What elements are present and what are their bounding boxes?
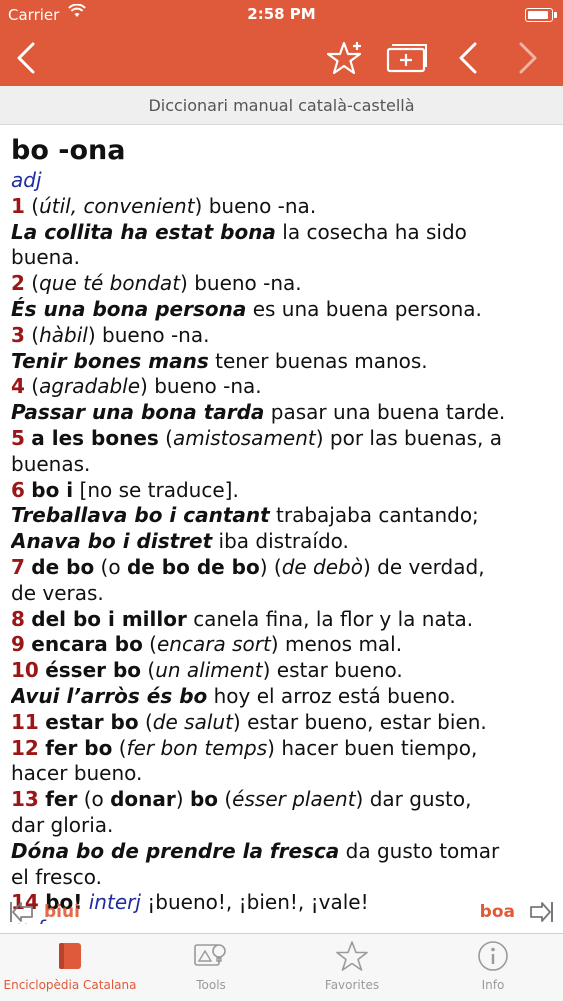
- sense-6: 6 bo i [no se traduce].: [11, 477, 239, 502]
- tab-info[interactable]: Info: [423, 934, 563, 1001]
- sense-7: 7 de bo (o de bo de bo) (de debò) de ver…: [11, 554, 485, 579]
- chevron-right-icon: [519, 42, 537, 74]
- tab-label: Enciclopèdia Catalana: [3, 978, 137, 992]
- battery-icon: [525, 8, 557, 22]
- example-13: Dóna bo de prendre la fresca da gusto to…: [11, 838, 500, 863]
- part-of-speech: adj: [11, 168, 42, 192]
- example-2: És una bona persona es una buena persona…: [11, 296, 482, 321]
- arrow-right-icon: [530, 902, 553, 922]
- example-6b: Anava bo i distret iba distraído.: [11, 529, 349, 554]
- next-word-label: boa: [479, 902, 515, 922]
- sense-8: 8 del bo i millor canela fina, la flor y…: [11, 606, 474, 631]
- tab-label: Tools: [196, 978, 226, 992]
- chevron-left-icon: [459, 42, 477, 74]
- example-6a: Treballava bo i cantant trabajaba cantan…: [11, 503, 479, 528]
- tab-label: Info: [481, 978, 505, 992]
- info-icon: [478, 941, 508, 971]
- sense-2: 2 (que té bondat) bueno -na.: [11, 271, 302, 296]
- previous-button[interactable]: [452, 30, 484, 86]
- sense-4: 4 (agradable) bueno -na.: [11, 374, 262, 399]
- example-10: Avui l’arròs és bo hoy el arroz está bue…: [11, 683, 456, 708]
- sense-1: 1 (útil, convenient) bueno -na.: [11, 193, 317, 218]
- window-plus-icon: [386, 44, 427, 73]
- tab-tools[interactable]: Tools: [141, 934, 281, 1001]
- next-button[interactable]: [512, 30, 544, 86]
- example-1: La collita ha estat bona la cosecha ha s…: [11, 219, 467, 244]
- sense-12: 12 fer bo (fer bon temps) hacer buen tie…: [11, 735, 478, 760]
- sense-3: 3 (hàbil) bueno -na.: [11, 322, 210, 347]
- next-word-link[interactable]: boa: [480, 900, 555, 924]
- add-favorite-button[interactable]: [324, 30, 368, 86]
- entry-content: bo -ona adj 1 (útil, convenient) bueno -…: [11, 134, 556, 924]
- headword: bo -ona: [11, 135, 126, 166]
- new-tab-button[interactable]: [384, 30, 430, 86]
- tab-bar: Enciclopèdia Catalana Tools Favorites In…: [0, 933, 563, 1001]
- back-button[interactable]: [6, 30, 46, 86]
- example-4: Passar una bona tarda pasar una buena ta…: [11, 400, 506, 425]
- book-icon: [59, 943, 81, 969]
- tab-enciclopedia-catalana[interactable]: Enciclopèdia Catalana: [0, 934, 140, 1001]
- sense-13: 13 fer (o donar) bo (ésser plaent) dar g…: [11, 787, 472, 812]
- star-plus-icon: [327, 41, 362, 75]
- navigation-bar: [0, 30, 563, 86]
- tools-icon: [194, 944, 226, 966]
- sense-9: 9 encara bo (encara sort) menos mal.: [11, 632, 403, 657]
- status-bar: Carrier 2:58 PM: [0, 0, 563, 30]
- previous-word-label: biui: [44, 902, 80, 922]
- tab-favorites[interactable]: Favorites: [282, 934, 422, 1001]
- word-navigation: biui boa: [0, 898, 563, 930]
- star-icon: [336, 941, 368, 971]
- sense-11: 11 estar bo (de salut) estar bueno, esta…: [11, 709, 487, 734]
- chevron-left-icon: [17, 42, 35, 74]
- dictionary-title: Diccionari manual català-castellà: [0, 86, 563, 125]
- sense-5: 5 a les bones (amistosament) por las bue…: [11, 425, 503, 450]
- clock: 2:58 PM: [247, 5, 316, 23]
- arrow-left-icon: [10, 902, 33, 922]
- tab-label: Favorites: [324, 978, 380, 992]
- top-bar: Carrier 2:58 PM: [0, 0, 563, 86]
- sense-10: 10 ésser bo (un aliment) estar bueno.: [11, 658, 403, 683]
- previous-word-link[interactable]: biui: [8, 900, 80, 924]
- example-3: Tenir bones mans tener buenas manos.: [11, 348, 428, 373]
